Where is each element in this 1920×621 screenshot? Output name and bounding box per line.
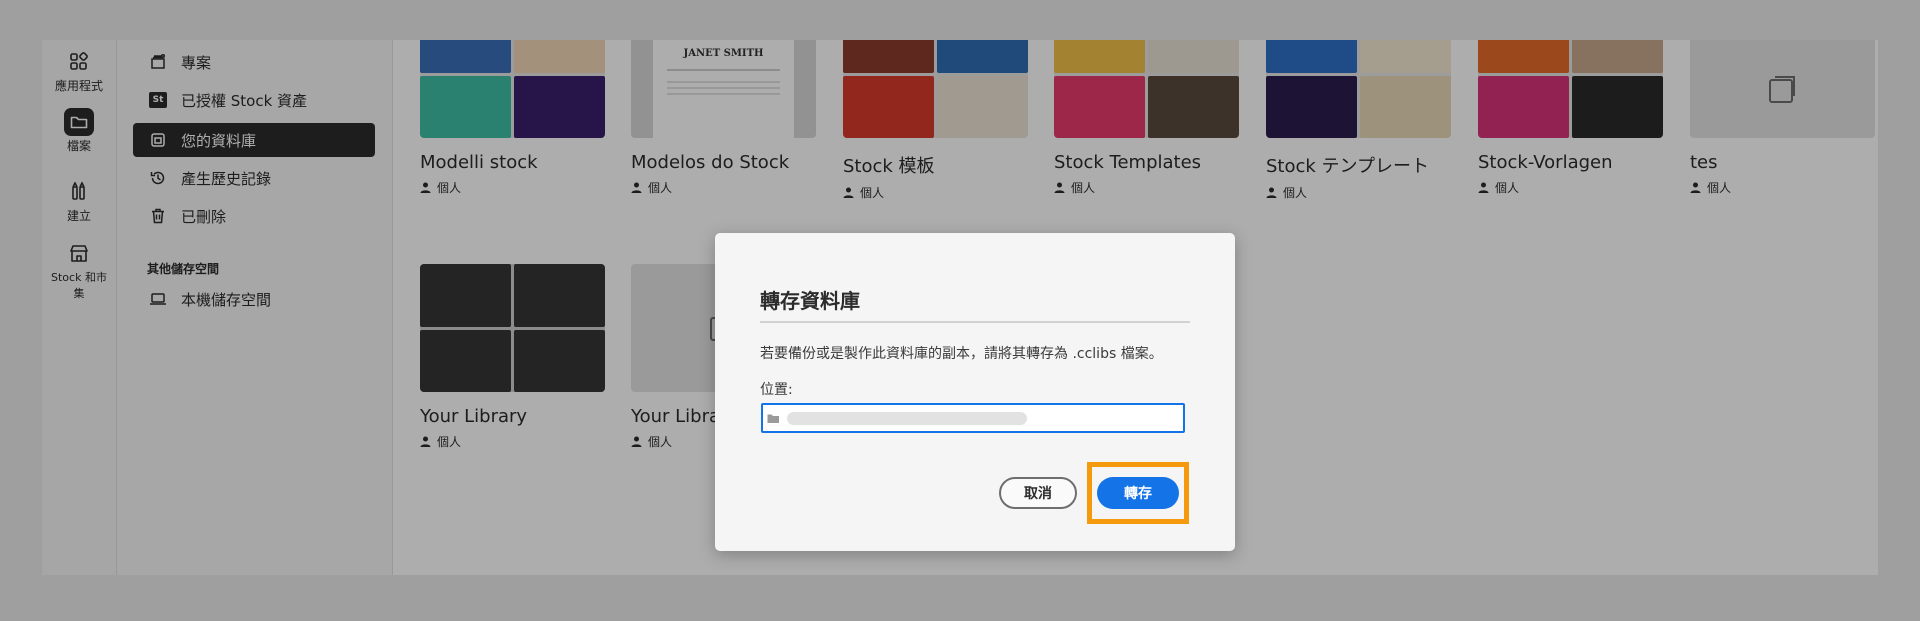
dialog-title: 轉存資料庫 <box>760 289 860 313</box>
cancel-button[interactable]: 取消 <box>999 477 1077 509</box>
location-path-redacted <box>787 412 1027 425</box>
location-field[interactable] <box>761 403 1185 433</box>
dialog-description: 若要備份或是製作此資料庫的副本，請將其轉存為 .cclibs 檔案。 <box>760 346 1163 362</box>
dialog-divider <box>760 321 1190 323</box>
location-label: 位置: <box>760 382 793 398</box>
folder-open-icon <box>767 414 779 423</box>
export-library-dialog: 轉存資料庫 若要備份或是製作此資料庫的副本，請將其轉存為 .cclibs 檔案。… <box>715 233 1235 551</box>
export-button[interactable]: 轉存 <box>1097 477 1179 509</box>
